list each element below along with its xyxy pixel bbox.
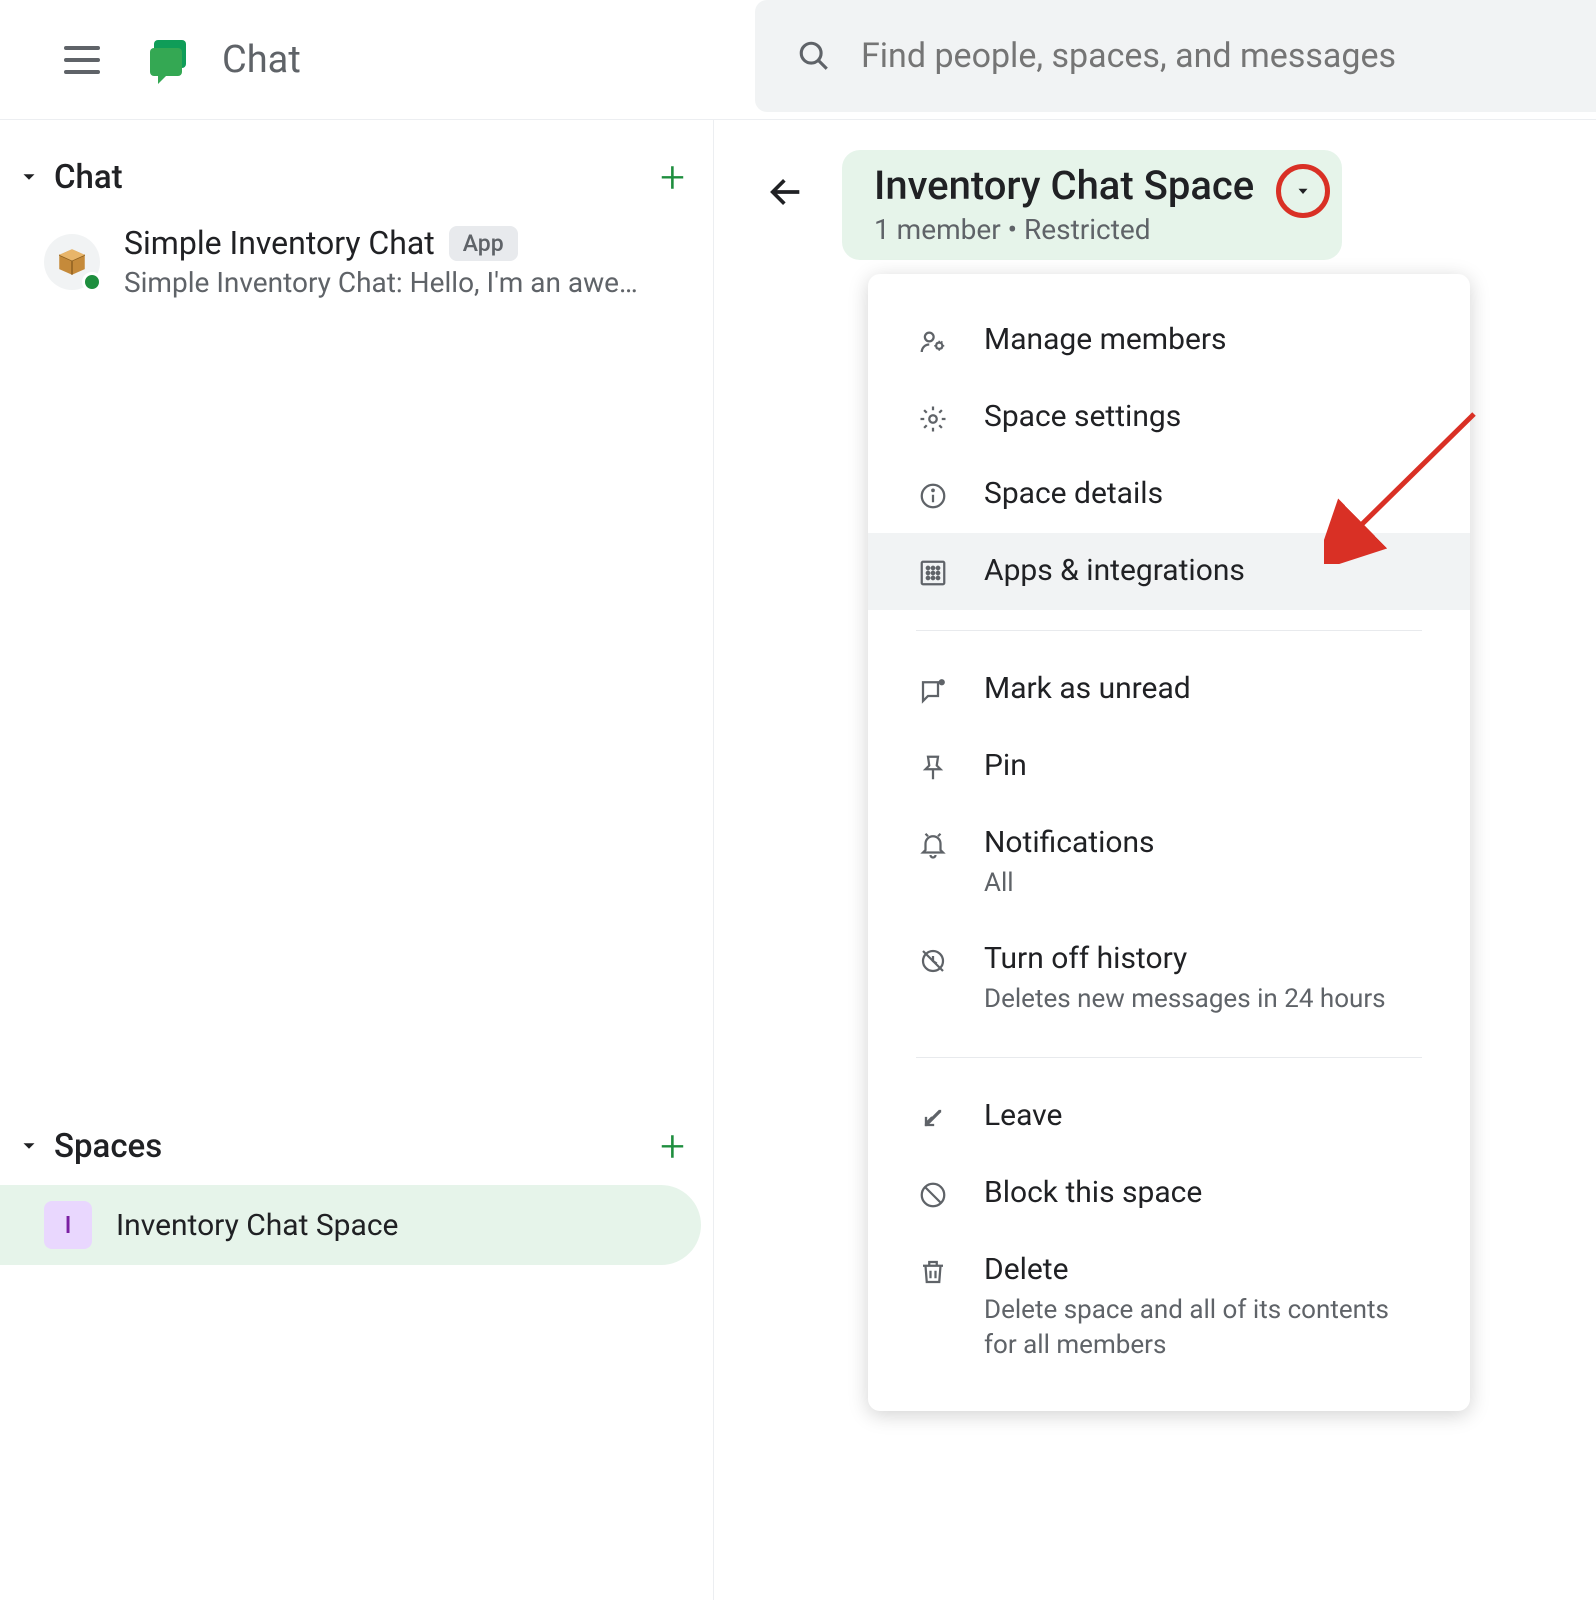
search-bar[interactable] xyxy=(755,0,1596,112)
unread-icon xyxy=(916,674,950,708)
people-gear-icon xyxy=(916,325,950,359)
space-subtitle: 1 member • Restricted xyxy=(874,213,1254,246)
sidebar-section-chat[interactable]: Chat + xyxy=(0,138,713,216)
chat-avatar xyxy=(44,234,100,290)
chat-list-item[interactable]: Simple Inventory Chat App Simple Invento… xyxy=(0,216,713,307)
sidebar-section-spaces-label: Spaces xyxy=(54,1127,162,1166)
info-icon xyxy=(916,479,950,513)
space-dropdown-menu: Manage members Space settings Space deta… xyxy=(868,274,1470,1411)
trash-icon xyxy=(916,1255,950,1289)
menu-apps-integrations[interactable]: Apps & integrations xyxy=(868,533,1470,610)
app-logo[interactable]: Chat xyxy=(146,36,301,84)
top-bar: Chat xyxy=(0,0,1596,120)
menu-space-details[interactable]: Space details xyxy=(868,456,1470,533)
sidebar-section-chat-label: Chat xyxy=(54,158,123,197)
chat-item-preview: Simple Inventory Chat: Hello, I'm an awe… xyxy=(124,266,638,299)
back-arrow-icon[interactable] xyxy=(766,172,806,212)
menu-space-settings[interactable]: Space settings xyxy=(868,379,1470,456)
chevron-down-icon xyxy=(18,1135,40,1157)
chat-item-title: Simple Inventory Chat xyxy=(124,224,435,262)
block-icon xyxy=(916,1178,950,1212)
add-chat-button[interactable]: + xyxy=(660,151,685,203)
dropdown-toggle-annotation[interactable] xyxy=(1276,164,1330,218)
presence-indicator xyxy=(82,272,102,292)
leave-arrow-icon xyxy=(916,1101,950,1135)
search-input[interactable] xyxy=(861,36,1596,76)
bell-icon xyxy=(916,828,950,862)
add-space-button[interactable]: + xyxy=(660,1120,685,1172)
space-title-dropdown[interactable]: Inventory Chat Space 1 member • Restrict… xyxy=(842,150,1342,260)
package-icon xyxy=(55,245,89,279)
content-pane: Inventory Chat Space 1 member • Restrict… xyxy=(714,120,1596,1600)
menu-turn-off-history[interactable]: Turn off history Deletes new messages in… xyxy=(868,921,1470,1037)
search-icon xyxy=(797,39,831,73)
space-item-name: Inventory Chat Space xyxy=(116,1208,398,1243)
history-off-icon xyxy=(916,944,950,978)
menu-divider xyxy=(916,630,1422,631)
app-name: Chat xyxy=(222,38,301,82)
menu-mark-unread[interactable]: Mark as unread xyxy=(868,651,1470,728)
menu-block[interactable]: Block this space xyxy=(868,1155,1470,1232)
caret-down-icon xyxy=(1294,182,1312,200)
chat-logo-icon xyxy=(146,36,194,84)
app-badge: App xyxy=(449,226,518,261)
menu-notifications[interactable]: Notifications All xyxy=(868,805,1470,921)
menu-manage-members[interactable]: Manage members xyxy=(868,302,1470,379)
sidebar-section-spaces[interactable]: Spaces + xyxy=(0,1107,713,1185)
menu-leave[interactable]: Leave xyxy=(868,1078,1470,1155)
menu-divider xyxy=(916,1057,1422,1058)
pin-icon xyxy=(916,751,950,785)
space-title: Inventory Chat Space xyxy=(874,162,1254,209)
chevron-down-icon xyxy=(18,166,40,188)
space-list-item[interactable]: I Inventory Chat Space xyxy=(0,1185,701,1265)
gear-icon xyxy=(916,402,950,436)
grid-icon xyxy=(916,556,950,590)
sidebar: Chat + Simple Inventory Chat App Simple … xyxy=(0,120,714,1600)
menu-delete[interactable]: Delete Delete space and all of its conte… xyxy=(868,1232,1470,1383)
menu-pin[interactable]: Pin xyxy=(868,728,1470,805)
hamburger-icon[interactable] xyxy=(64,46,100,74)
space-avatar: I xyxy=(44,1201,92,1249)
